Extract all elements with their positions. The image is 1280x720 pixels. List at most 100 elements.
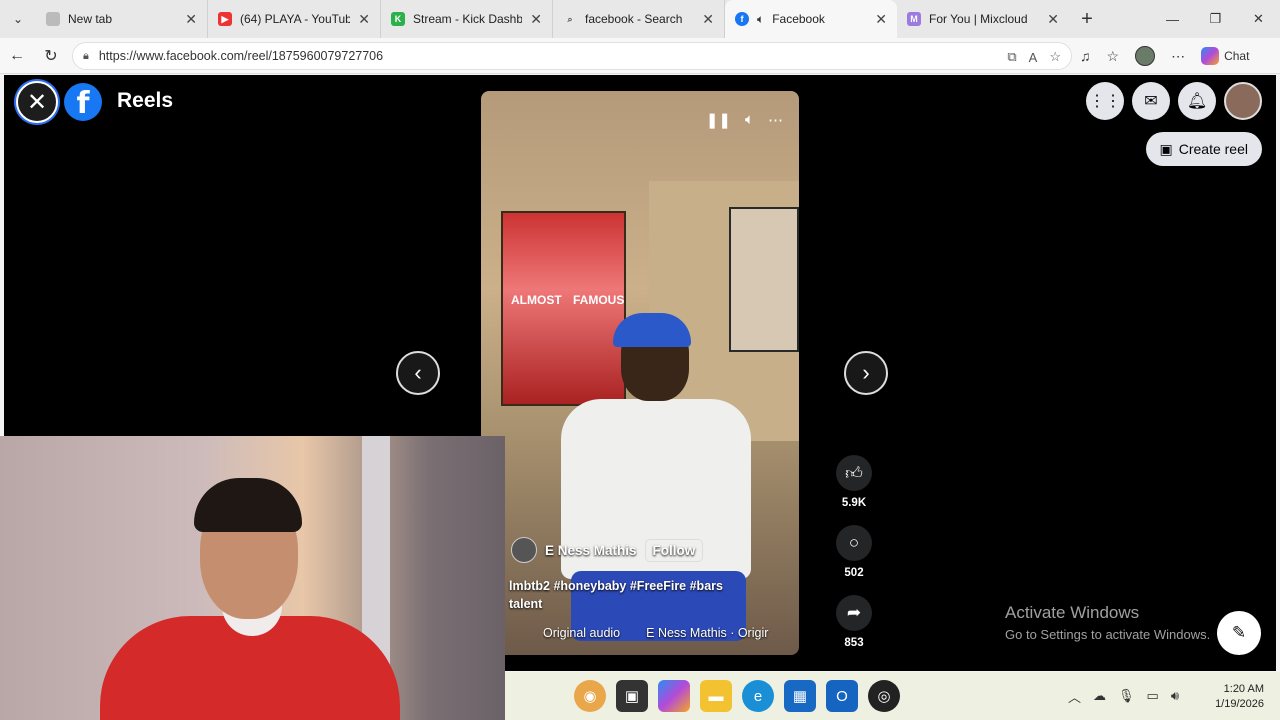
show-hidden-icons-icon[interactable]: ︿	[1068, 687, 1081, 706]
chat-label: Chat	[1224, 49, 1250, 63]
menu-grid-icon[interactable]: ⋮⋮	[1086, 82, 1124, 120]
taskbar-clock[interactable]: 1:20 AM 1/19/2026	[1208, 682, 1264, 712]
close-tab-icon[interactable]: ✕	[702, 11, 714, 28]
open-in-app-icon[interactable]: ⧉	[1007, 49, 1016, 65]
copilot-icon[interactable]	[658, 680, 690, 712]
mixcloud-icon: M	[907, 12, 921, 26]
comment-count: 502	[844, 567, 864, 579]
new-tab-icon	[46, 12, 60, 26]
next-reel-button[interactable]: ›	[844, 351, 888, 395]
activate-subtitle: Go to Settings to activate Windows.	[1005, 627, 1211, 642]
more-options-icon[interactable]: ⋯	[1171, 48, 1185, 65]
close-reels-button[interactable]: ✕	[16, 81, 58, 123]
close-tab-icon[interactable]: ✕	[185, 11, 197, 28]
facebook-icon: f	[735, 12, 749, 26]
create-reel-icon: ▣	[1159, 140, 1173, 157]
tab-mixcloud[interactable]: M For You | Mixcloud ✕	[897, 0, 1069, 38]
system-tray: ︿ ☁ 🎙︎ ▭ 🔊︎	[1068, 672, 1179, 720]
tab-facebook-search[interactable]: ⌕ facebook - Search ✕	[553, 0, 725, 38]
microphone-icon[interactable]: 🎙︎	[1118, 688, 1135, 704]
browser-tab-strip: ⌄ New tab ✕ ▶ (64) PLAYA - YouTube ✕ K S…	[0, 0, 1280, 38]
cloud-sync-icon[interactable]: ☁	[1093, 688, 1106, 704]
reel-actions: 👍︎ 5.9K ○ 502 ➦ 853	[832, 455, 876, 665]
tab-title: facebook - Search	[585, 12, 683, 26]
poster-text: FAMOUS	[573, 293, 625, 307]
favorites-icon[interactable]: ☆	[1107, 48, 1120, 65]
edge-browser-icon[interactable]: e	[742, 680, 774, 712]
media-control-icon[interactable]: ♫	[1080, 48, 1091, 64]
author-name[interactable]: E Ness Mathis	[545, 543, 637, 558]
tab-new-tab[interactable]: New tab ✕	[36, 0, 208, 38]
volume-icon[interactable]: 🔊︎	[1171, 688, 1179, 704]
copilot-icon	[1201, 47, 1220, 65]
caption-line: talent	[509, 597, 543, 611]
address-toolbar: ← ↻ 🔒︎ https://www.facebook.com/reel/187…	[0, 38, 1280, 74]
tab-kick[interactable]: K Stream - Kick Dashboard ✕	[381, 0, 553, 38]
previous-reel-button[interactable]: ‹	[396, 351, 440, 395]
kick-icon: K	[391, 12, 405, 26]
profile-avatar[interactable]	[1135, 46, 1156, 66]
like-thumb-icon[interactable]: 👍︎	[836, 455, 872, 491]
clock-time: 1:20 AM	[1223, 683, 1264, 695]
share-icon[interactable]: ➦	[836, 595, 872, 631]
copilot-chat-button[interactable]: Chat	[1201, 47, 1249, 65]
activate-title: Activate Windows	[1005, 603, 1140, 622]
microsoft-store-icon[interactable]: ▦	[784, 680, 816, 712]
window-controls: — ❐ ✕	[1151, 0, 1280, 38]
network-icon[interactable]: ▭	[1147, 688, 1159, 704]
close-tab-icon[interactable]: ✕	[875, 11, 887, 28]
comment-icon[interactable]: ○	[836, 525, 872, 561]
file-explorer-icon[interactable]: ▬	[700, 680, 732, 712]
read-aloud-icon[interactable]: A	[1029, 50, 1038, 65]
tab-facebook[interactable]: f 🔈︎ Facebook ✕	[725, 0, 897, 38]
messenger-icon[interactable]: ✉	[1132, 82, 1170, 120]
like-count: 5.9K	[841, 497, 867, 509]
create-reel-button[interactable]: ▣ Create reel	[1145, 132, 1262, 166]
share-action: ➦ 853	[836, 595, 872, 649]
account-avatar[interactable]	[1224, 82, 1262, 120]
audio-author: E Ness Mathis · Origir	[646, 626, 769, 640]
outlook-icon[interactable]: O	[826, 680, 858, 712]
pause-icon[interactable]: ❚❚	[706, 111, 731, 129]
tab-title: Facebook	[772, 12, 825, 26]
task-view-icon[interactable]: ▣	[616, 680, 648, 712]
notifications-bell-icon[interactable]: 🔔︎	[1178, 82, 1216, 120]
speaker-icon[interactable]: 🔈︎	[757, 12, 764, 27]
tab-youtube[interactable]: ▶ (64) PLAYA - YouTube ✕	[208, 0, 381, 38]
caption-line: lmbtb2 #honeybaby #FreeFire #bars	[509, 579, 723, 593]
clock-date: 1/19/2026	[1215, 698, 1264, 710]
refresh-icon[interactable]: ↻	[34, 38, 68, 74]
reel-audio[interactable]: Original audio E Ness Mathis · Origir	[543, 626, 799, 640]
tab-actions-menu-icon[interactable]: ⌄	[0, 0, 36, 38]
author-avatar[interactable]	[511, 537, 537, 563]
youtube-icon: ▶	[218, 12, 232, 26]
like-action: 👍︎ 5.9K	[836, 455, 872, 509]
reel-caption: lmbtb2 #honeybaby #FreeFire #bars talent	[509, 577, 779, 613]
facebook-logo-icon[interactable]: f	[64, 83, 102, 121]
new-message-edit-icon[interactable]: ✎	[1217, 611, 1261, 655]
close-window-icon[interactable]: ✕	[1237, 0, 1280, 38]
taskbar-apps: ◉ ▣ ▬ e ▦ O ◎	[574, 680, 900, 712]
lock-icon[interactable]: 🔒︎	[83, 50, 89, 63]
favorite-star-icon[interactable]: ☆	[1049, 49, 1061, 65]
close-tab-icon[interactable]: ✕	[1047, 11, 1059, 28]
close-tab-icon[interactable]: ✕	[530, 11, 542, 28]
reel-video[interactable]: ALMOST FAMOUS ❚❚ 🔈︎ ⋯ E Ness Mathis Foll…	[481, 91, 799, 655]
follow-button[interactable]: Follow	[644, 538, 704, 562]
obs-app-icon[interactable]: ◎	[868, 680, 900, 712]
webcam-overlay	[0, 436, 505, 720]
page-title: Reels	[117, 89, 174, 112]
restore-icon[interactable]: ❐	[1194, 0, 1237, 38]
back-icon[interactable]: ←	[0, 38, 34, 74]
url-bar[interactable]: 🔒︎ https://www.facebook.com/reel/1875960…	[72, 42, 1072, 70]
new-tab-button[interactable]: +	[1069, 8, 1105, 31]
volume-icon[interactable]: 🔈︎	[745, 111, 754, 129]
header-actions: ⋮⋮ ✉ 🔔︎	[1086, 82, 1262, 120]
url-bar-actions: ⧉ A ☆	[1007, 43, 1061, 71]
tab-title: For You | Mixcloud	[929, 12, 1028, 26]
pinned-app-icon[interactable]: ◉	[574, 680, 606, 712]
more-options-icon[interactable]: ⋯	[768, 111, 783, 129]
close-tab-icon[interactable]: ✕	[358, 11, 370, 28]
minimize-icon[interactable]: —	[1151, 0, 1194, 38]
url-text: https://www.facebook.com/reel/1875960079…	[98, 49, 384, 63]
